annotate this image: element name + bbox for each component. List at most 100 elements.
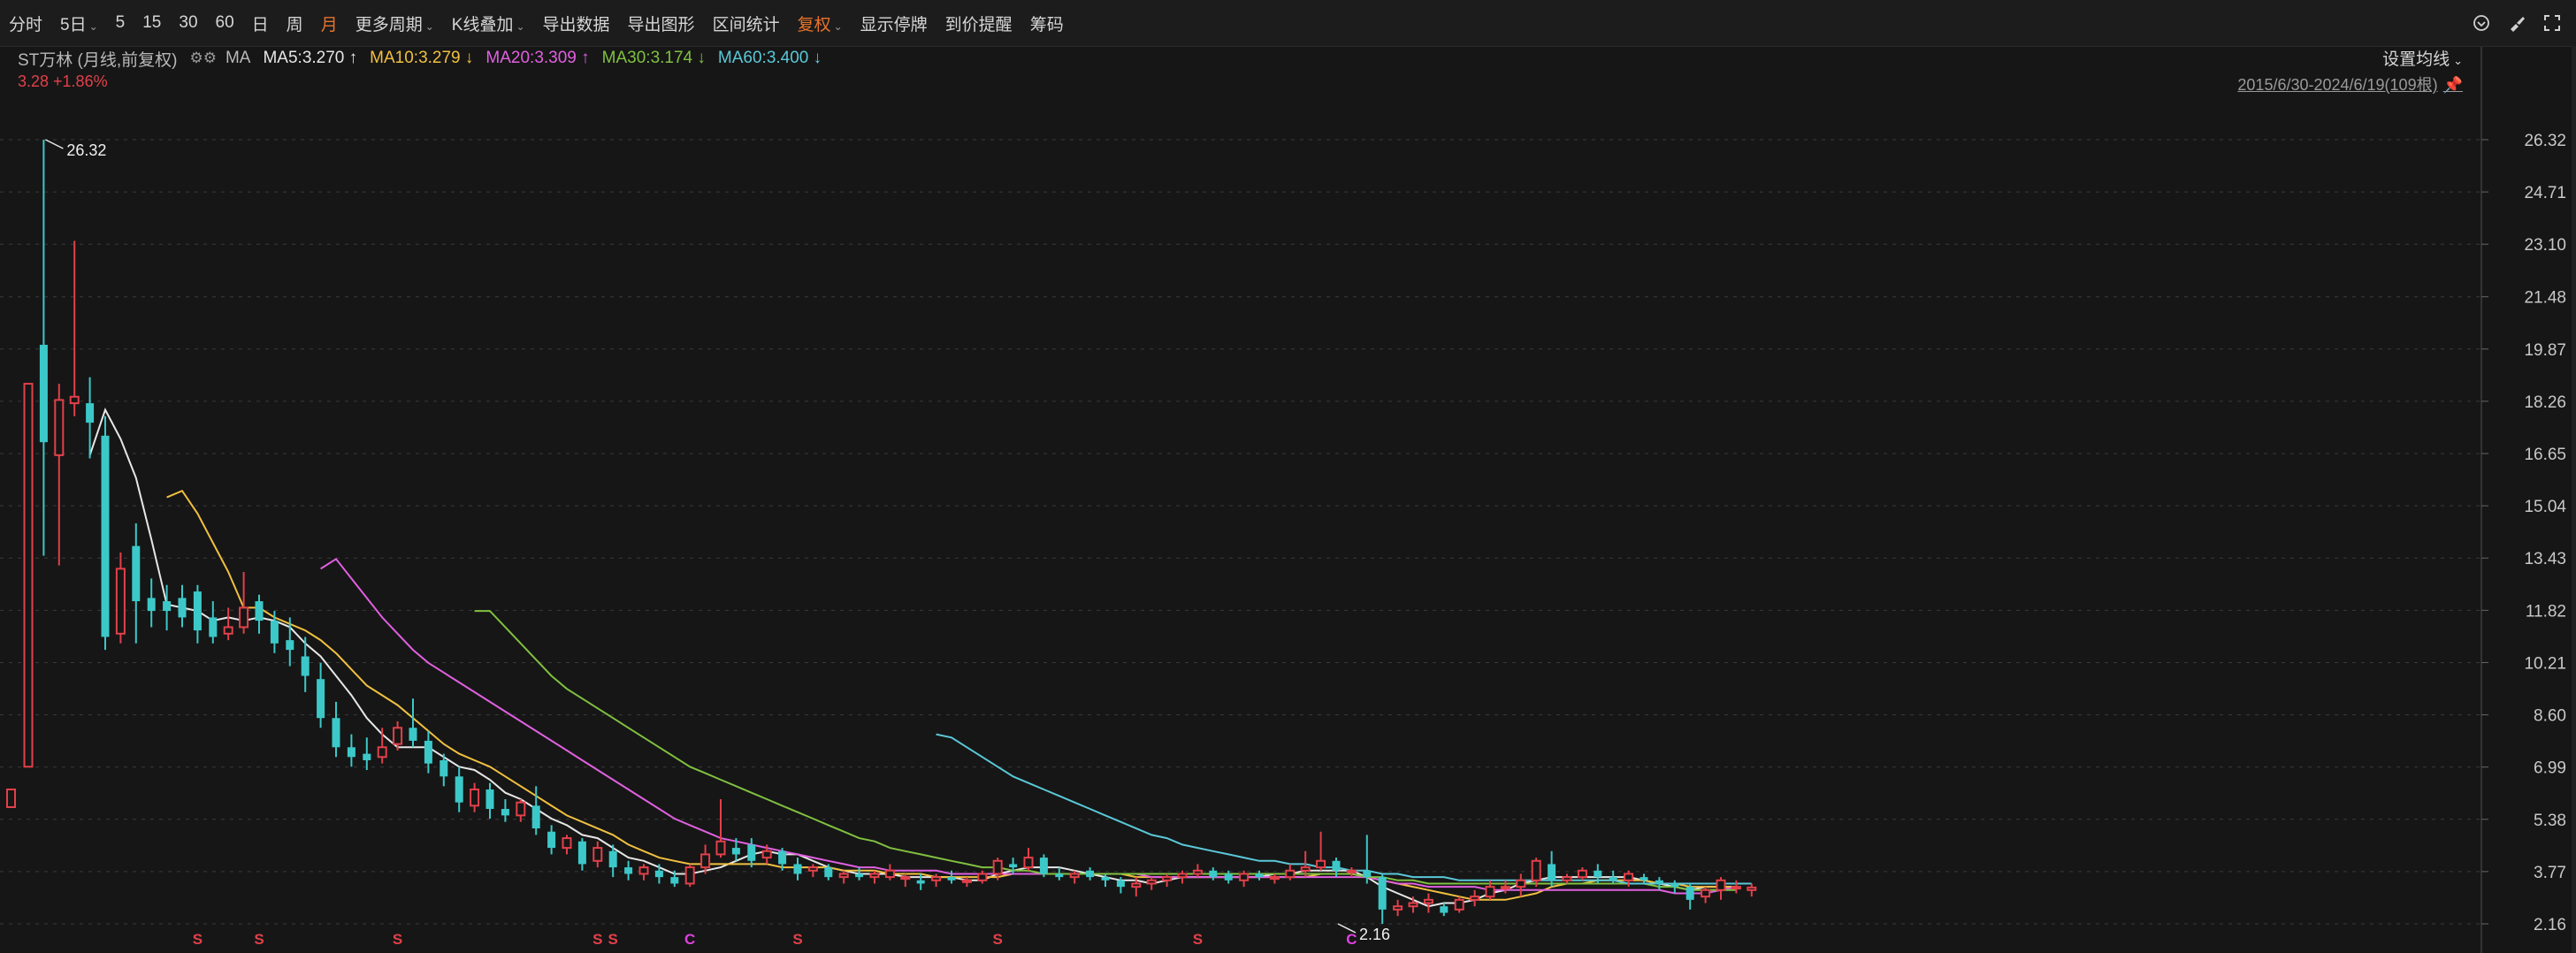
- period-tab-0[interactable]: 分时: [0, 11, 51, 35]
- candle-body: [1609, 877, 1617, 881]
- candle: [884, 864, 895, 881]
- candle-body: [1577, 869, 1587, 879]
- candle: [485, 782, 494, 820]
- candle: [1023, 848, 1034, 871]
- y-tick-label: 18.26: [2524, 393, 2566, 412]
- period-tab-2[interactable]: 5: [107, 13, 134, 33]
- candle: [1255, 870, 1264, 881]
- period-tab-label: 15: [142, 13, 162, 32]
- ma-settings-button[interactable]: 设置均线 ⌄: [2382, 46, 2463, 70]
- scrollbar[interactable]: [2572, 46, 2576, 953]
- period-tab-label: 复权: [797, 15, 831, 34]
- annotation-label: 26.32: [66, 141, 106, 159]
- event-marker: S: [792, 931, 802, 948]
- event-marker: S: [1193, 931, 1203, 948]
- candle: [1224, 870, 1233, 884]
- candle: [1670, 880, 1679, 894]
- candle-body: [101, 435, 110, 637]
- chart-grid: [0, 139, 2481, 925]
- ma-line-ma30: [474, 610, 1737, 891]
- date-range-text: 2015/6/30-2024/6/19(109根): [2237, 76, 2438, 94]
- candle: [1716, 877, 1726, 900]
- candle: [1316, 831, 1326, 871]
- period-tab-15[interactable]: 显示停牌: [852, 11, 936, 35]
- period-tab-13[interactable]: 区间统计: [704, 11, 789, 35]
- candle-body: [608, 850, 617, 868]
- period-tab-label: 30: [179, 13, 198, 32]
- period-tab-label: K线叠加: [451, 15, 514, 34]
- fullscreen-icon[interactable]: [2541, 11, 2564, 34]
- candle-body: [347, 747, 355, 758]
- period-tab-7[interactable]: 周: [278, 11, 312, 35]
- candle: [592, 841, 603, 868]
- candle-body: [977, 873, 988, 881]
- period-tab-label: 更多周期: [355, 15, 423, 34]
- settings-gear-icon[interactable]: ⚙⚙: [190, 50, 217, 67]
- candle-body: [1285, 869, 1296, 879]
- candle: [223, 607, 233, 641]
- candle-body: [1685, 887, 1694, 900]
- draw-brush-icon[interactable]: [2505, 11, 2528, 34]
- date-range[interactable]: 2015/6/30-2024/6/19(109根) 📌: [2237, 72, 2463, 95]
- candle: [1440, 903, 1449, 917]
- candle-body: [1454, 898, 1464, 911]
- candle-body: [255, 601, 264, 621]
- candle: [977, 870, 988, 884]
- candle-body: [86, 403, 95, 423]
- period-tab-label: 筹码: [1029, 15, 1064, 34]
- candle: [1192, 864, 1203, 878]
- candle-body: [54, 399, 65, 456]
- period-tab-12[interactable]: 导出图形: [619, 11, 704, 35]
- period-tab-label: 导出数据: [542, 15, 610, 34]
- candle-body: [884, 869, 895, 879]
- candle-body: [1731, 886, 1741, 890]
- price-change: 3.28 +1.86%: [18, 72, 108, 90]
- candle-body: [23, 383, 34, 768]
- period-tab-3[interactable]: 15: [134, 13, 170, 33]
- collapse-icon[interactable]: [2470, 11, 2493, 34]
- candle-body: [1239, 873, 1250, 881]
- pin-icon[interactable]: 📌: [2443, 76, 2463, 94]
- period-tab-11[interactable]: 导出数据: [534, 11, 619, 35]
- candle: [562, 835, 572, 855]
- candle-body: [1177, 873, 1188, 879]
- chevron-down-icon: ⌄: [424, 19, 434, 33]
- kline-chart[interactable]: 26.322.16 SSSSSCSSSC 26.3224.7123.1021.4…: [0, 0, 2576, 953]
- period-tab-4[interactable]: 30: [170, 13, 206, 33]
- candle-body: [1440, 906, 1449, 913]
- period-tab-6[interactable]: 日: [243, 11, 278, 35]
- candle-body: [1670, 883, 1679, 888]
- candle: [178, 584, 187, 628]
- candle: [1039, 854, 1048, 878]
- period-tab-label: 5日: [60, 15, 87, 34]
- period-tab-9[interactable]: 更多周期 ⌄: [347, 11, 443, 35]
- period-tab-10[interactable]: K线叠加 ⌄: [443, 11, 534, 35]
- candle-body: [1408, 902, 1418, 908]
- candle-body: [670, 877, 679, 884]
- candle: [1701, 887, 1711, 903]
- candle-body: [163, 601, 172, 612]
- candle-body: [1378, 877, 1387, 910]
- toolbar-right-icons: [2470, 0, 2564, 46]
- candle-body: [684, 866, 695, 885]
- candle: [1470, 889, 1480, 907]
- period-tab-16[interactable]: 到价提醒: [936, 11, 1021, 35]
- candle-body: [1655, 880, 1663, 884]
- candle: [1162, 873, 1173, 888]
- candle: [132, 522, 141, 644]
- candle-body: [1162, 876, 1173, 881]
- period-tab-8[interactable]: 月: [312, 11, 347, 35]
- y-tick-label: 11.82: [2526, 602, 2566, 621]
- candle-body: [931, 876, 942, 881]
- period-tab-label: 5: [115, 13, 126, 32]
- period-tab-1[interactable]: 5日 ⌄: [51, 11, 107, 35]
- candle-body: [1548, 864, 1556, 881]
- period-tab-5[interactable]: 60: [207, 13, 243, 33]
- period-tab-17[interactable]: 筹码: [1021, 11, 1073, 35]
- candle-body: [147, 598, 156, 612]
- candle-body: [1269, 876, 1280, 881]
- period-tab-14[interactable]: 复权 ⌄: [789, 11, 852, 35]
- candle: [1177, 870, 1188, 884]
- y-tick-label: 13.43: [2524, 550, 2566, 568]
- candle-body: [1316, 859, 1326, 869]
